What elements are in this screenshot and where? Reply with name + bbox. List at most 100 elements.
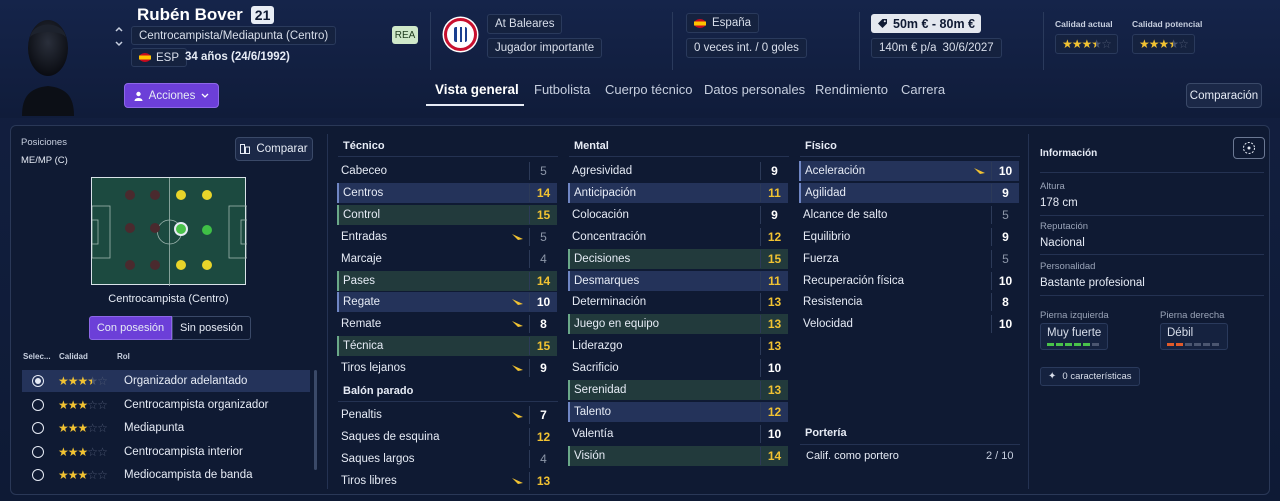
attribute-row[interactable]: Pases 14: [337, 270, 557, 291]
role-name: Centrocampista interior: [124, 445, 243, 458]
attribute-name: Regate: [343, 296, 381, 309]
compare-button[interactable]: Comparar: [235, 137, 313, 161]
attribute-name: Entradas: [341, 230, 388, 243]
tab-futbolista[interactable]: Futbolista: [534, 82, 590, 97]
role-row[interactable]: ★★★☆☆ Mediapunta: [22, 417, 310, 439]
info-title: Información: [1040, 148, 1098, 159]
attribute-row[interactable]: Centros 14: [337, 182, 557, 203]
attribute-name: Tiros libres: [341, 474, 397, 487]
tab-vista-general[interactable]: Vista general: [435, 82, 519, 97]
attribute-row[interactable]: Fuerza 5: [799, 249, 1019, 269]
attribute-name: Colocación: [572, 208, 629, 221]
role-radio[interactable]: [32, 422, 44, 434]
divider: [338, 156, 558, 157]
role-row[interactable]: ★★★☆☆ Mediocampista de banda: [22, 464, 310, 486]
attribute-row[interactable]: Remate 8: [337, 314, 557, 334]
attribute-row[interactable]: Marcaje 4: [337, 249, 557, 269]
international-caps: 0 veces int. / 0 goles: [686, 38, 807, 58]
tab-cuerpo-técnico[interactable]: Cuerpo técnico: [605, 82, 692, 97]
attribute-row[interactable]: Talento 12: [568, 401, 788, 422]
right-foot-bar: [1167, 343, 1221, 346]
nationality-pill[interactable]: ESP: [131, 48, 188, 67]
tab-carrera[interactable]: Carrera: [901, 82, 945, 97]
role-radio[interactable]: [32, 445, 44, 458]
role-row[interactable]: ★★★☆☆ Centrocampista organizador: [22, 394, 310, 416]
attribute-value: 5: [991, 205, 1019, 224]
tab-datos-personales[interactable]: Datos personales: [704, 82, 805, 97]
attribute-row[interactable]: Determinación 13: [568, 292, 788, 312]
attribute-row[interactable]: Juego en equipo 13: [568, 314, 788, 335]
attribute-row[interactable]: Resistencia 8: [799, 292, 1019, 312]
potential-quality-stars: ★★★★☆: [1132, 34, 1195, 54]
attribute-name: Penaltis: [341, 409, 382, 421]
position-dot: [176, 260, 186, 270]
position-dot: [202, 260, 212, 270]
status-tag[interactable]: REA: [392, 26, 418, 44]
role-quality-stars: ★★★☆☆: [58, 421, 108, 435]
attribute-row[interactable]: Sacrificio 10: [568, 358, 788, 378]
attribute-row[interactable]: Saques de esquina 12: [337, 427, 557, 447]
attribute-row[interactable]: Agilidad 9: [799, 182, 1019, 203]
country-pill[interactable]: España: [686, 13, 760, 33]
attribute-row[interactable]: Valentía 10: [568, 424, 788, 444]
attribute-row[interactable]: Tiros libres 13: [337, 471, 557, 491]
attribute-row[interactable]: Serenidad 13: [568, 380, 788, 400]
pitch-lines: [91, 178, 248, 286]
attribute-row[interactable]: Alcance de salto 5: [799, 205, 1019, 225]
role-row[interactable]: ★★★☆☆ Centrocampista interior: [22, 441, 310, 463]
club-name[interactable]: At Baleares: [487, 14, 563, 34]
attribute-row[interactable]: Visión 14: [568, 445, 788, 466]
attribute-row[interactable]: Entradas 5: [337, 227, 557, 247]
attribute-row[interactable]: Penaltis 7: [337, 405, 557, 425]
position-dot: [125, 260, 135, 270]
club-crest-icon[interactable]: [442, 16, 479, 53]
attribute-row[interactable]: Desmarques 11: [568, 270, 788, 291]
role-row[interactable]: ★★★★☆ Organizador adelantado: [22, 370, 310, 392]
attribute-row[interactable]: Anticipación 11: [568, 182, 788, 203]
info-settings-button[interactable]: [1233, 137, 1265, 159]
toggle-with-possession[interactable]: Con posesión: [89, 316, 172, 340]
attribute-name: Velocidad: [803, 318, 853, 331]
attribute-row[interactable]: Tiros lejanos 9: [337, 358, 557, 378]
attribute-value: 9: [991, 227, 1019, 246]
attribute-row[interactable]: Colocación 9: [568, 205, 788, 225]
attribute-row[interactable]: Liderazgo 13: [568, 336, 788, 356]
foot-strength-segment: [1074, 343, 1081, 346]
attribute-value: 8: [529, 315, 557, 334]
role-radio[interactable]: [32, 375, 44, 387]
attribute-value: 11: [760, 271, 788, 290]
player-nav-arrows[interactable]: [114, 24, 124, 64]
attribute-name: Desmarques: [574, 274, 640, 287]
attribute-row[interactable]: Agresividad 9: [568, 161, 788, 181]
chevron-up-down-icon[interactable]: [114, 24, 124, 64]
actions-button[interactable]: Acciones: [124, 83, 219, 108]
attribute-row[interactable]: Recuperación física 10: [799, 271, 1019, 291]
tecnico-title: Técnico: [343, 140, 385, 152]
attribute-row[interactable]: Decisiones 15: [568, 248, 788, 269]
attribute-row[interactable]: Concentración 12: [568, 227, 788, 247]
sparkle-icon: ✦: [1048, 371, 1057, 382]
attribute-row[interactable]: Aceleración 10: [799, 161, 1019, 181]
goalkeeper-rating-label: Calif. como portero: [806, 450, 899, 462]
attribute-row[interactable]: Equilibrio 9: [799, 227, 1019, 247]
tab-rendimiento[interactable]: Rendimiento: [815, 82, 888, 97]
traits-pill[interactable]: ✦ 0 características: [1040, 367, 1140, 386]
position-pitch: [91, 177, 248, 286]
role-radio[interactable]: [32, 398, 44, 411]
attribute-name: Resistencia: [803, 296, 863, 309]
attribute-row[interactable]: Control 15: [337, 204, 557, 225]
attribute-name: Pases: [343, 274, 375, 287]
attribute-row[interactable]: Regate 10: [337, 292, 557, 313]
attribute-value: 13: [760, 315, 788, 334]
role-radio[interactable]: [32, 469, 44, 481]
attribute-row[interactable]: Saques largos 4: [337, 449, 557, 469]
toggle-without-possession[interactable]: Sin posesión: [172, 316, 251, 340]
scrollbar[interactable]: [314, 370, 317, 470]
attribute-value: 14: [529, 183, 557, 202]
attribute-row[interactable]: Técnica 15: [337, 336, 557, 357]
attribute-row[interactable]: Velocidad 10: [799, 314, 1019, 334]
potential-quality-label: Calidad potencial: [1132, 19, 1203, 29]
transfer-value[interactable]: 50m € - 80m €: [871, 14, 981, 33]
comparison-button[interactable]: Comparación: [1186, 83, 1262, 108]
attribute-row[interactable]: Cabeceo 5: [337, 161, 557, 181]
